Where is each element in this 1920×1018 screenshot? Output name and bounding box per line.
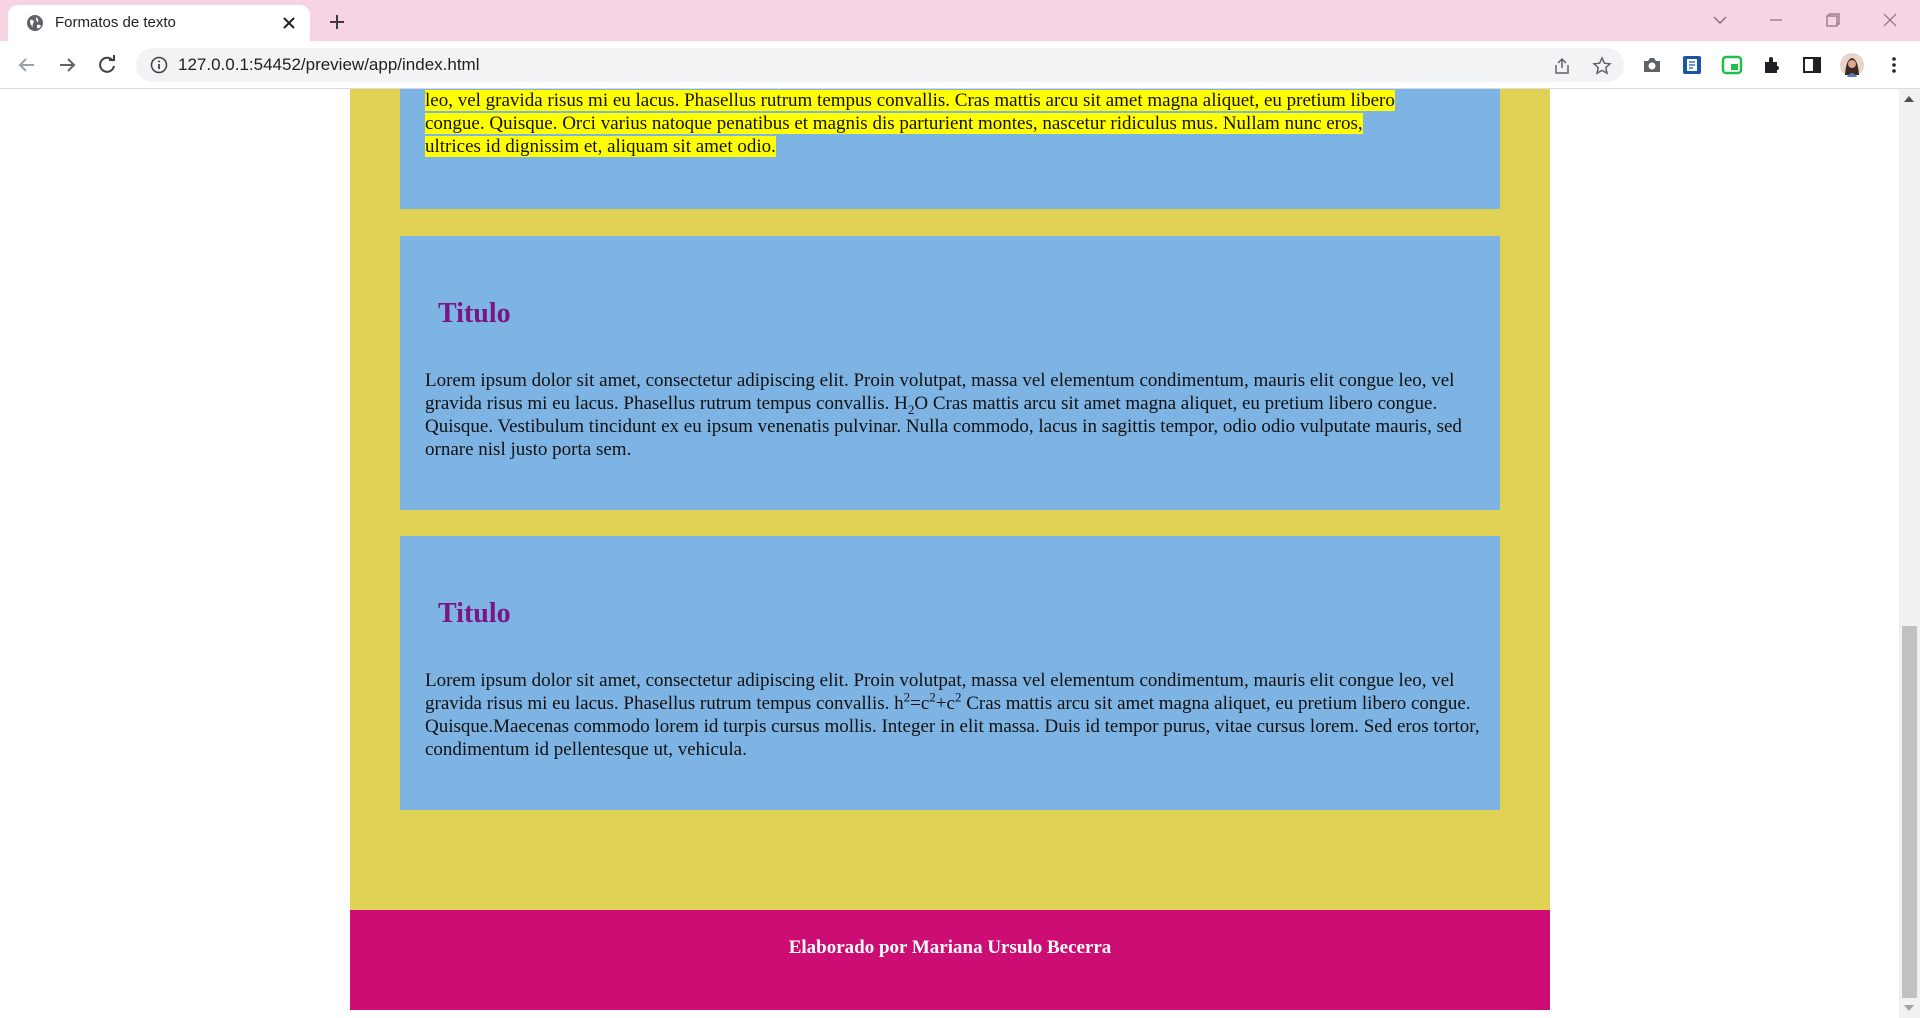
active-tab[interactable]: Formatos de texto (8, 5, 310, 41)
screen-recorder-icon[interactable] (1720, 53, 1744, 77)
close-window-icon[interactable] (1874, 6, 1906, 34)
new-tab-icon[interactable] (324, 9, 350, 35)
scroll-down-arrow-icon[interactable] (1904, 1005, 1914, 1011)
paragraph-text: +c (935, 693, 955, 714)
card-title: Titulo (438, 298, 511, 329)
scroll-up-arrow-icon[interactable] (1904, 96, 1914, 102)
menu-dots-icon[interactable] (1882, 53, 1906, 77)
info-icon[interactable] (150, 56, 168, 74)
card-paragraph-highlighted: leo, vel gravida risus mi eu lacus. Phas… (425, 89, 1485, 158)
close-icon[interactable] (278, 12, 300, 34)
card-paragraph: Lorem ipsum dolor sit amet, consectetur … (425, 669, 1485, 761)
side-panel-icon[interactable] (1800, 53, 1824, 77)
paragraph-text: =c (910, 693, 930, 714)
minimize-icon[interactable] (1760, 6, 1792, 34)
bookmark-star-icon[interactable] (1592, 56, 1612, 76)
scrollbar-thumb[interactable] (1902, 626, 1917, 998)
share-icon[interactable] (1552, 56, 1572, 76)
url-text: 127.0.0.1:54452/preview/app/index.html (178, 55, 480, 74)
page-footer: Elaborado por Mariana Ursulo Becerra (350, 910, 1550, 1010)
extensions-puzzle-icon[interactable] (1760, 53, 1784, 77)
content-card-1: leo, vel gravida risus mi eu lacus. Phas… (400, 89, 1500, 209)
highlighted-line: ultrices id dignissim et, aliquam sit am… (425, 136, 776, 157)
tab-strip: Formatos de texto (0, 0, 1920, 41)
browser-toolbar: 127.0.0.1:54452/preview/app/index.html (0, 41, 1920, 89)
camera-icon[interactable] (1640, 53, 1664, 77)
tab-title: Formatos de texto (55, 14, 176, 31)
vertical-scrollbar[interactable] (1899, 89, 1920, 1018)
restore-icon[interactable] (1816, 6, 1848, 34)
address-bar[interactable]: 127.0.0.1:54452/preview/app/index.html (136, 48, 1624, 82)
globe-icon (27, 15, 43, 31)
page-viewport: leo, vel gravida risus mi eu lacus. Phas… (0, 89, 1899, 1018)
footer-credit: Elaborado por Mariana Ursulo Becerra (788, 937, 1112, 958)
highlighted-line: congue. Quisque. Orci varius natoque pen… (425, 113, 1363, 134)
content-container: leo, vel gravida risus mi eu lacus. Phas… (350, 89, 1550, 912)
reload-icon[interactable] (94, 52, 120, 78)
card-paragraph: Lorem ipsum dolor sit amet, consectetur … (425, 369, 1485, 461)
forward-arrow-icon[interactable] (54, 52, 80, 78)
avatar[interactable] (1840, 53, 1864, 77)
content-card-2: Titulo Lorem ipsum dolor sit amet, conse… (400, 236, 1500, 510)
highlighted-line: leo, vel gravida risus mi eu lacus. Phas… (425, 90, 1395, 111)
reader-extension-icon[interactable] (1680, 53, 1704, 77)
back-arrow-icon[interactable] (14, 52, 40, 78)
tab-search-icon[interactable] (1704, 6, 1736, 34)
content-card-3: Titulo Lorem ipsum dolor sit amet, conse… (400, 536, 1500, 810)
card-title: Titulo (438, 598, 511, 629)
